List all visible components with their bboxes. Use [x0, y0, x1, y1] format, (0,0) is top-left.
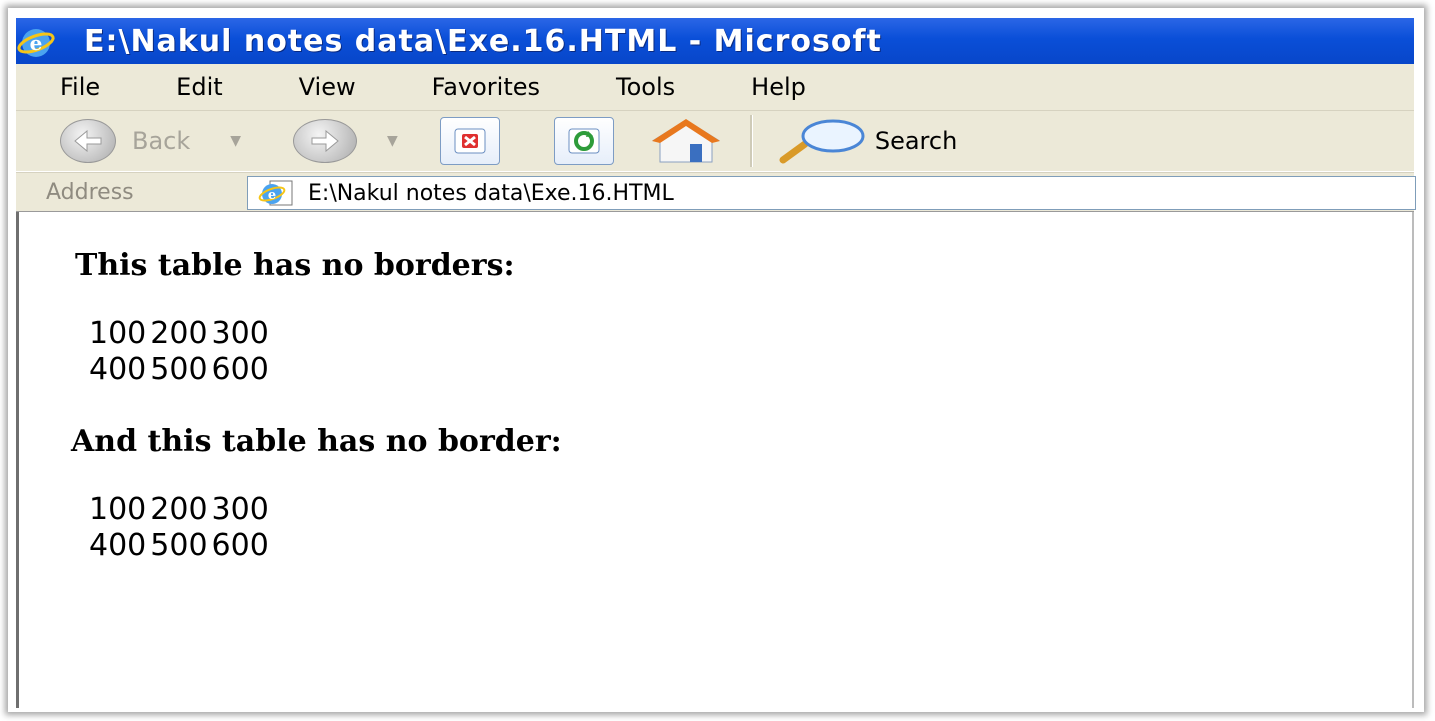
menu-edit[interactable]: Edit	[176, 73, 222, 101]
svg-text:e: e	[30, 31, 43, 55]
stop-icon	[454, 128, 486, 154]
back-dropdown-icon[interactable]: ▼	[230, 133, 241, 149]
stop-button[interactable]	[439, 117, 500, 165]
table-no-borders: 100 200 300 400 500 600	[89, 316, 273, 388]
window-title: E:\Nakul notes data\Exe.16.HTML - Micros…	[84, 23, 882, 59]
table-cell: 400	[89, 528, 147, 563]
table-cell: 400	[89, 352, 147, 387]
table-cell: 500	[150, 352, 208, 387]
browser-window: e E:\Nakul notes data\Exe.16.HTML - Micr…	[16, 18, 1417, 708]
table-cell: 300	[211, 492, 269, 527]
menu-view[interactable]: View	[299, 73, 356, 101]
table-cell: 200	[150, 492, 208, 527]
table-cell: 100	[89, 316, 147, 351]
menu-favorites[interactable]: Favorites	[432, 73, 540, 101]
search-icon	[779, 119, 865, 164]
menu-help[interactable]: Help	[751, 73, 806, 101]
toolbar-separator	[749, 115, 753, 167]
table-cell: 100	[89, 492, 147, 527]
page-icon: e	[258, 179, 294, 207]
forward-dropdown-icon[interactable]: ▼	[387, 133, 398, 149]
title-bar[interactable]: e E:\Nakul notes data\Exe.16.HTML - Micr…	[16, 18, 1414, 64]
menu-bar: File Edit View Favorites Tools Help	[16, 64, 1414, 111]
content-border	[1412, 212, 1414, 708]
svg-text:e: e	[268, 188, 276, 203]
address-input[interactable]: e E:\Nakul notes data\Exe.16.HTML	[247, 176, 1416, 210]
back-label: Back	[132, 127, 191, 155]
refresh-button[interactable]	[553, 117, 614, 165]
back-button[interactable]: Back	[60, 119, 190, 163]
forward-arrow-icon	[293, 119, 358, 163]
search-button[interactable]: Search	[779, 118, 957, 164]
table-row: 100 200 300	[89, 492, 273, 528]
table-cell: 200	[150, 316, 208, 351]
ie-icon: e	[16, 18, 62, 64]
table-cell: 600	[211, 352, 269, 387]
table-cell: 300	[211, 316, 269, 351]
table-cell: 500	[150, 528, 208, 563]
back-arrow-icon	[60, 119, 116, 163]
menu-tools[interactable]: Tools	[616, 73, 675, 101]
forward-button[interactable]	[293, 119, 358, 163]
table-cell: 600	[211, 528, 269, 563]
table-row: 400 500 600	[89, 528, 273, 564]
table-row: 100 200 300	[89, 316, 273, 352]
refresh-icon	[568, 128, 600, 154]
menu-file[interactable]: File	[60, 73, 100, 101]
page-content: This table has no borders: 100 200 300 4…	[16, 212, 1417, 708]
address-label: Address	[46, 179, 134, 205]
table-row: 400 500 600	[89, 352, 273, 388]
search-label: Search	[874, 127, 958, 155]
table-no-border: 100 200 300 400 500 600	[89, 492, 273, 564]
home-icon	[651, 119, 720, 163]
address-bar: Address e E:\Nakul notes data\Exe.16.HTM…	[16, 172, 1416, 213]
heading-no-border: And this table has no border:	[71, 424, 562, 459]
toolbar: Back ▼ ▼ Search	[16, 111, 1414, 171]
home-button[interactable]	[650, 116, 722, 166]
heading-no-borders: This table has no borders:	[75, 248, 515, 283]
address-value: E:\Nakul notes data\Exe.16.HTML	[308, 180, 674, 206]
